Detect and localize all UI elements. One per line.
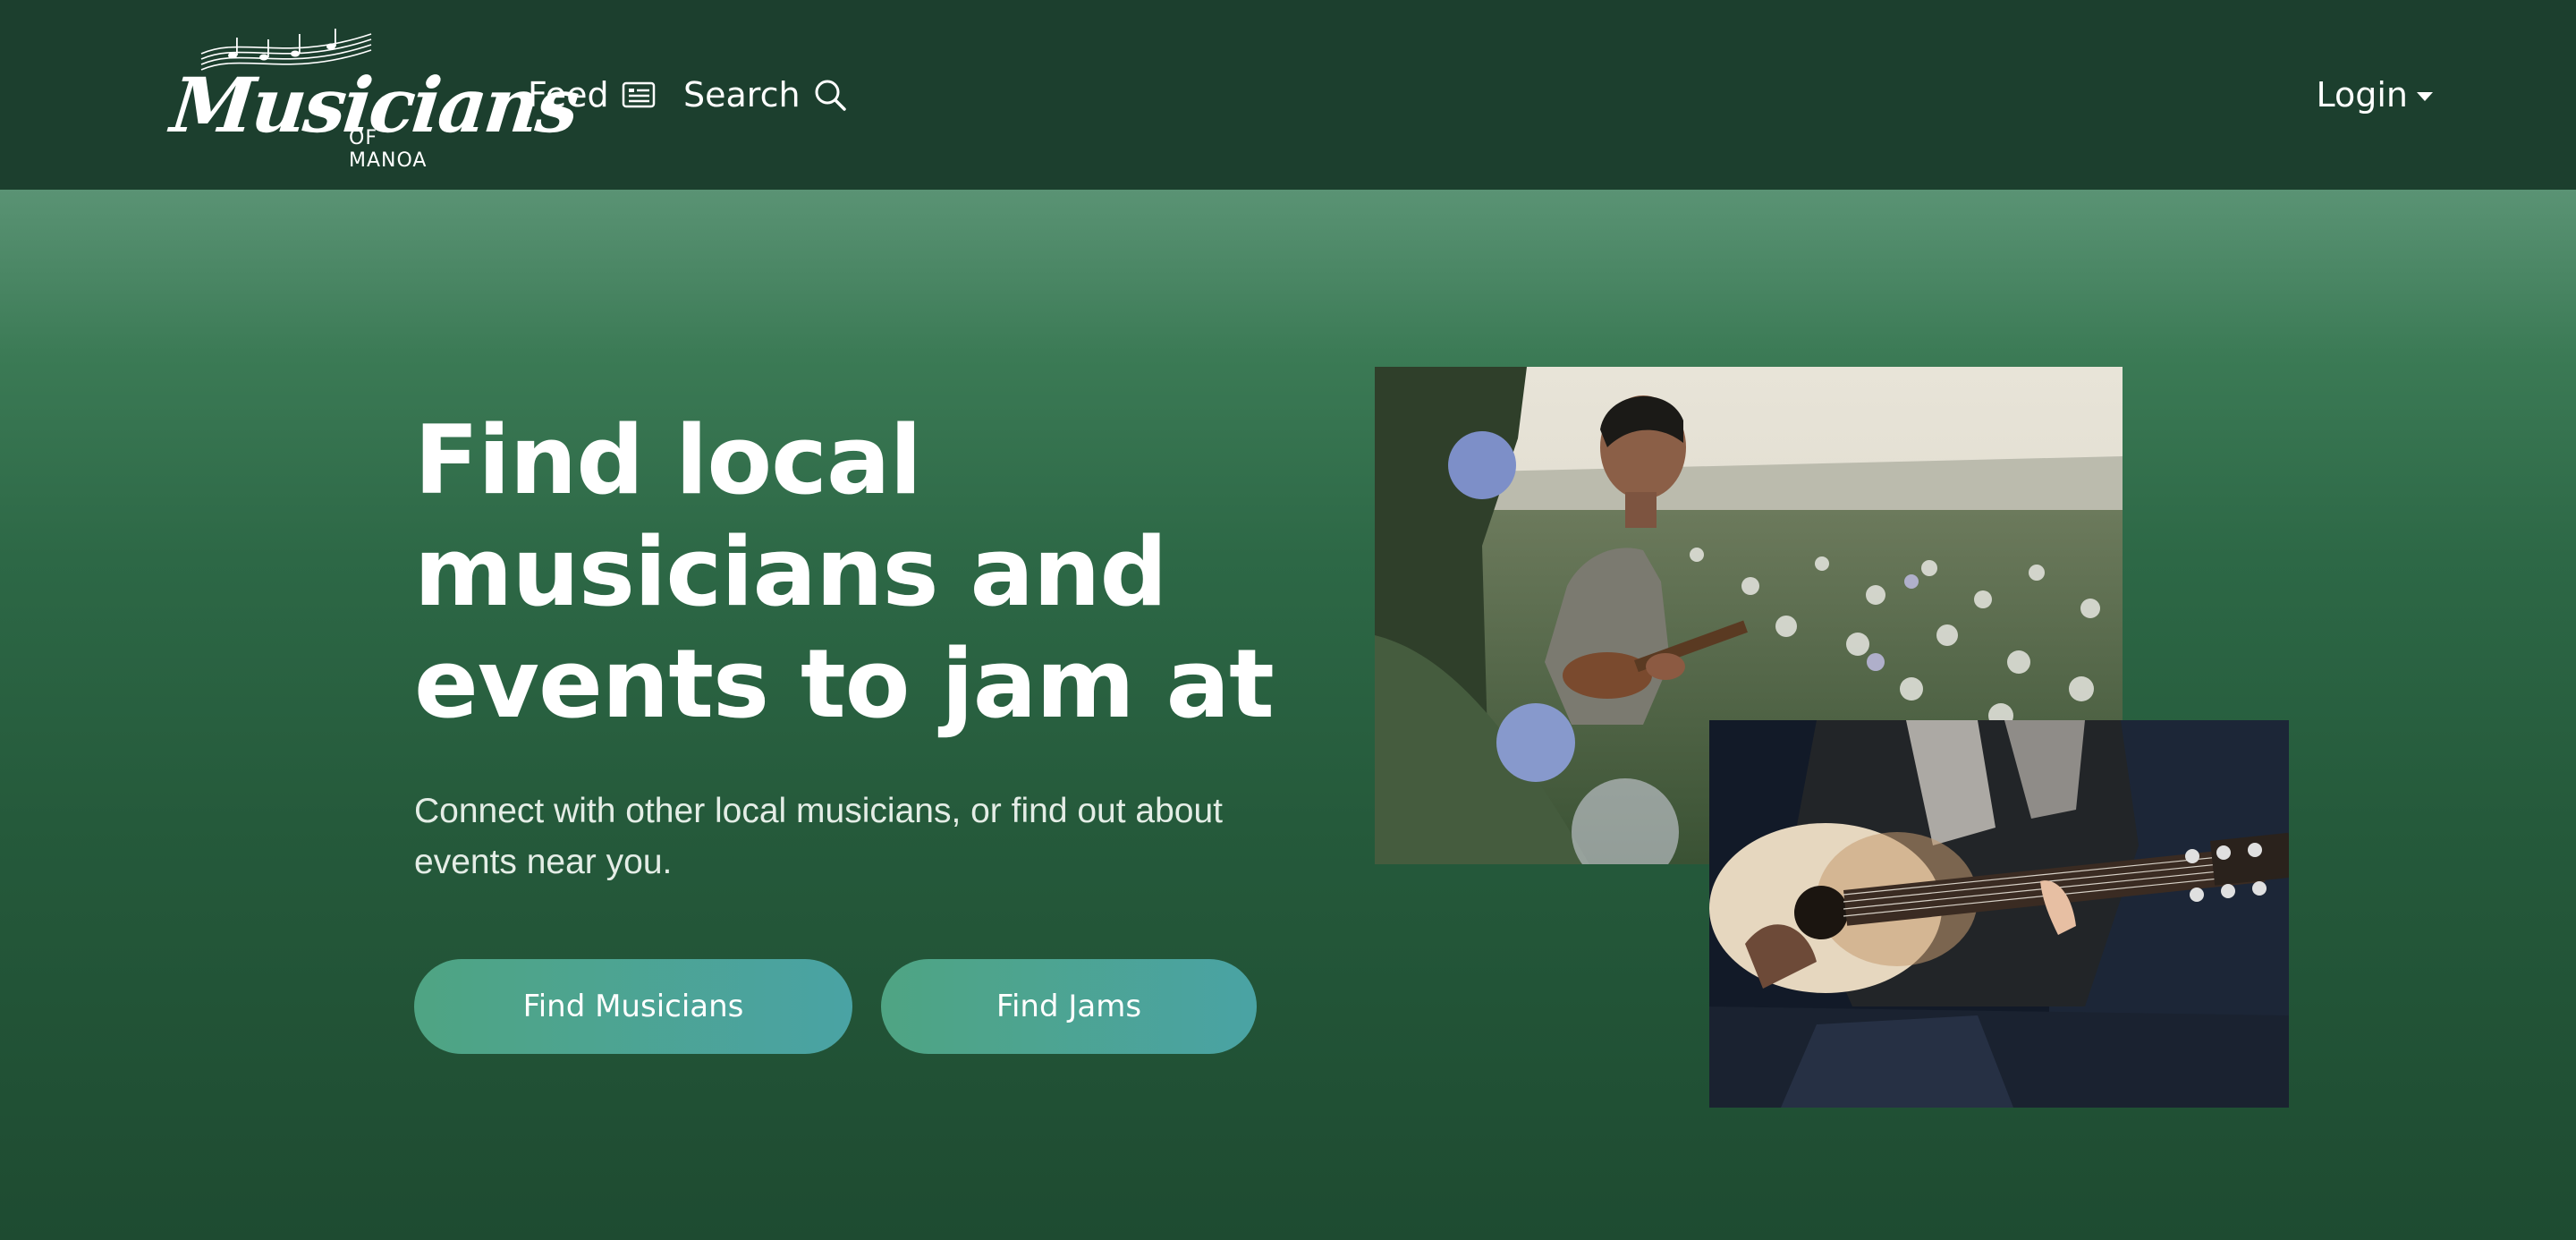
find-jams-button[interactable]: Find Jams (881, 959, 1257, 1054)
nav-search-link[interactable]: Search (683, 70, 847, 120)
find-musicians-button[interactable]: Find Musicians (414, 959, 852, 1054)
newspaper-icon (622, 81, 655, 108)
nav-feed-link[interactable]: Feed (528, 70, 656, 120)
headline-line-2: musicians and (414, 517, 1167, 627)
hero-section: Find local musicians and events to jam a… (0, 190, 2576, 1240)
hero-headline: Find local musicians and events to jam a… (414, 404, 1309, 740)
caret-down-icon (2417, 92, 2433, 101)
logo-subtitle: OF MANOA (349, 127, 428, 172)
nav-login-dropdown[interactable]: Login (2316, 70, 2433, 120)
headline-line-1: Find local (414, 405, 922, 515)
nav-login-label: Login (2316, 75, 2408, 115)
nav-feed-label: Feed (528, 75, 609, 115)
nav-search-label: Search (683, 75, 801, 115)
headline-line-3: events to jam at (414, 629, 1275, 739)
navbar: Musicians OF MANOA Feed Search Login (0, 0, 2576, 190)
search-icon (815, 80, 846, 111)
guitar-player-photo (1709, 720, 2289, 1108)
hero-subtext: Connect with other local musicians, or f… (414, 792, 1223, 881)
logo[interactable]: Musicians OF MANOA (167, 27, 580, 172)
